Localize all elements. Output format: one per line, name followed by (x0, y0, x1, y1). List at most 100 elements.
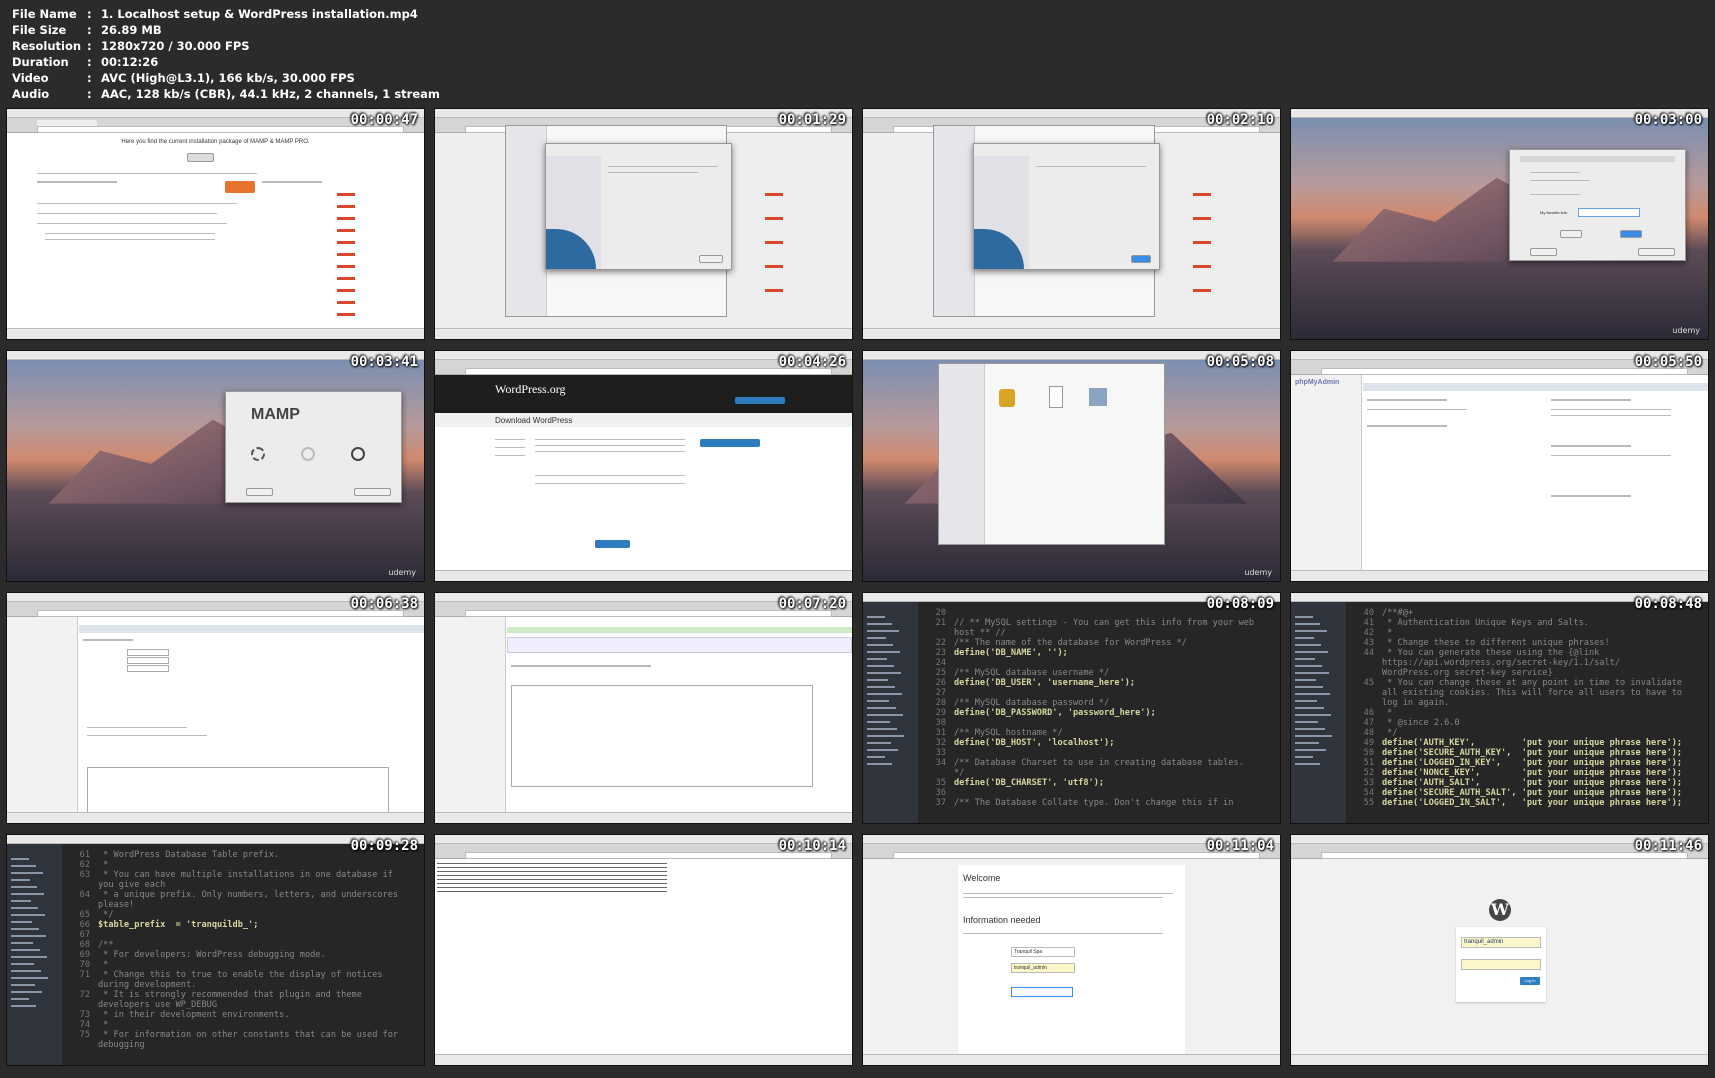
file-tree-item[interactable] (1295, 735, 1332, 737)
file-tree-item[interactable] (1295, 672, 1329, 674)
login-button[interactable]: Log In (1520, 977, 1540, 985)
thumbnail-16[interactable]: W tranquil_admin Log In 00:11:46 (1290, 834, 1709, 1066)
file-tree-item[interactable] (1295, 714, 1331, 716)
ok-button[interactable] (1620, 230, 1642, 238)
thumbnail-7[interactable]: 00:05:08 udemy (862, 350, 1281, 582)
download-wordpress-button[interactable] (700, 439, 760, 447)
continue-button[interactable] (699, 255, 723, 263)
login-password-input[interactable] (1461, 959, 1541, 970)
file-tree-item[interactable] (867, 728, 897, 730)
file-tree-item[interactable] (867, 735, 904, 737)
thumbnail-4[interactable]: My favorite link: 00:03:00 udemy (1290, 108, 1709, 340)
file-tree-item[interactable] (867, 644, 893, 646)
file-tree-item[interactable] (11, 921, 32, 923)
file-tree-item[interactable] (867, 651, 900, 653)
file-tree-item[interactable] (1295, 721, 1318, 723)
file-tree-item[interactable] (1295, 665, 1322, 667)
webstart-icon[interactable] (301, 447, 315, 461)
file-tree-item[interactable] (867, 700, 889, 702)
file-tree-item[interactable] (11, 977, 48, 979)
username-input[interactable]: tranquil_admin (1011, 963, 1075, 973)
file-tree-item[interactable] (1295, 756, 1313, 758)
file-tree-item[interactable] (1295, 763, 1320, 765)
file-tree-item[interactable] (11, 872, 43, 874)
file-tree-item[interactable] (11, 1005, 36, 1007)
preferences-icon[interactable] (251, 447, 265, 461)
file-tree-item[interactable] (11, 907, 38, 909)
site-title-input[interactable]: Tranquil Spa (1011, 947, 1075, 957)
try-mamp-pro-button[interactable] (354, 488, 391, 496)
file-tree-item[interactable] (867, 742, 891, 744)
file-tree-item[interactable] (1295, 742, 1319, 744)
file-tree-item[interactable] (867, 714, 903, 716)
file-tree-item[interactable] (1295, 728, 1325, 730)
thumbnail-5[interactable]: MAMP 00:03:41 udemy (6, 350, 425, 582)
thumbnail-3[interactable]: 00:02:10 (862, 108, 1281, 340)
file-tree-item[interactable] (867, 707, 896, 709)
disk-image-icon[interactable] (1089, 388, 1107, 406)
file-tree-item[interactable] (11, 893, 44, 895)
favorite-link-input[interactable] (1578, 208, 1640, 217)
quit-button[interactable] (1530, 248, 1557, 256)
file-tree-item[interactable] (1295, 693, 1330, 695)
file-tree-item[interactable] (867, 686, 895, 688)
file-tree-item[interactable] (867, 756, 885, 758)
file-tree-item[interactable] (11, 865, 36, 867)
file-tree-item[interactable] (1295, 658, 1315, 660)
cancel-button[interactable] (1560, 230, 1582, 238)
file-tree-item[interactable] (867, 672, 901, 674)
file-tree-item[interactable] (1295, 616, 1313, 618)
thumbnail-11[interactable]: 20 21 // ** MySQL settings - You can get t… (862, 592, 1281, 824)
quit-button[interactable] (246, 488, 273, 496)
file-tree-item[interactable] (11, 928, 39, 930)
file-tree-item[interactable] (867, 763, 892, 765)
file-tree-item[interactable] (867, 637, 886, 639)
thumbnail-6[interactable]: WordPress.org Download WordPress 00:04:2… (434, 350, 853, 582)
user-name-field[interactable] (127, 649, 169, 656)
thumbnail-1[interactable]: Here you find the current installation p… (6, 108, 425, 340)
thumbnail-14[interactable]: 00:10:14 (434, 834, 853, 1066)
file-tree-item[interactable] (11, 949, 40, 951)
close-button[interactable] (1131, 255, 1151, 263)
file-tree-item[interactable] (11, 963, 34, 965)
file-tree-item[interactable] (11, 858, 29, 860)
host-field[interactable] (127, 657, 169, 664)
file-tree-item[interactable] (1295, 644, 1321, 646)
password-input[interactable] (1011, 987, 1073, 997)
thumbnail-2[interactable]: 00:01:29 (434, 108, 853, 340)
file-tree-item[interactable] (867, 721, 890, 723)
file-tree-item[interactable] (867, 658, 887, 660)
file-tree-item[interactable] (867, 693, 902, 695)
file-tree-item[interactable] (11, 956, 47, 958)
file-tree-item[interactable] (867, 749, 898, 751)
thumbnail-9[interactable]: 00:06:38 (6, 592, 425, 824)
start-servers-icon[interactable] (351, 447, 365, 461)
file-tree-item[interactable] (1295, 630, 1327, 632)
mamp-package-icon[interactable] (999, 389, 1015, 407)
wordpress-zip-icon[interactable] (1049, 386, 1063, 408)
thumbnail-15[interactable]: Welcome Information needed Tranquil Spa … (862, 834, 1281, 1066)
download-button[interactable] (225, 181, 255, 193)
file-tree-item[interactable] (1295, 651, 1328, 653)
file-tree-item[interactable] (1295, 707, 1324, 709)
try-mamp-pro-button[interactable] (1638, 248, 1675, 256)
file-tree-item[interactable] (11, 942, 33, 944)
thumbnail-10[interactable]: 00:07:20 (434, 592, 853, 824)
file-tree-item[interactable] (867, 623, 892, 625)
file-tree-item[interactable] (1295, 749, 1326, 751)
file-tree-item[interactable] (11, 970, 41, 972)
file-tree-item[interactable] (11, 900, 31, 902)
file-tree-item[interactable] (1295, 637, 1314, 639)
file-tree-item[interactable] (11, 984, 35, 986)
file-tree-item[interactable] (1295, 623, 1320, 625)
file-tree-item[interactable] (11, 914, 45, 916)
password-field[interactable] (127, 665, 169, 672)
file-tree-item[interactable] (867, 665, 894, 667)
file-tree-item[interactable] (1295, 700, 1317, 702)
file-tree-item[interactable] (867, 679, 888, 681)
thumbnail-8[interactable]: phpMyAdmin 00:05:50 (1290, 350, 1709, 582)
file-tree-item[interactable] (11, 935, 46, 937)
file-tree-item[interactable] (867, 630, 899, 632)
thumbnail-12[interactable]: 40/**#@+ 41 * Authentication Unique Keys … (1290, 592, 1709, 824)
file-tree-item[interactable] (1295, 686, 1323, 688)
